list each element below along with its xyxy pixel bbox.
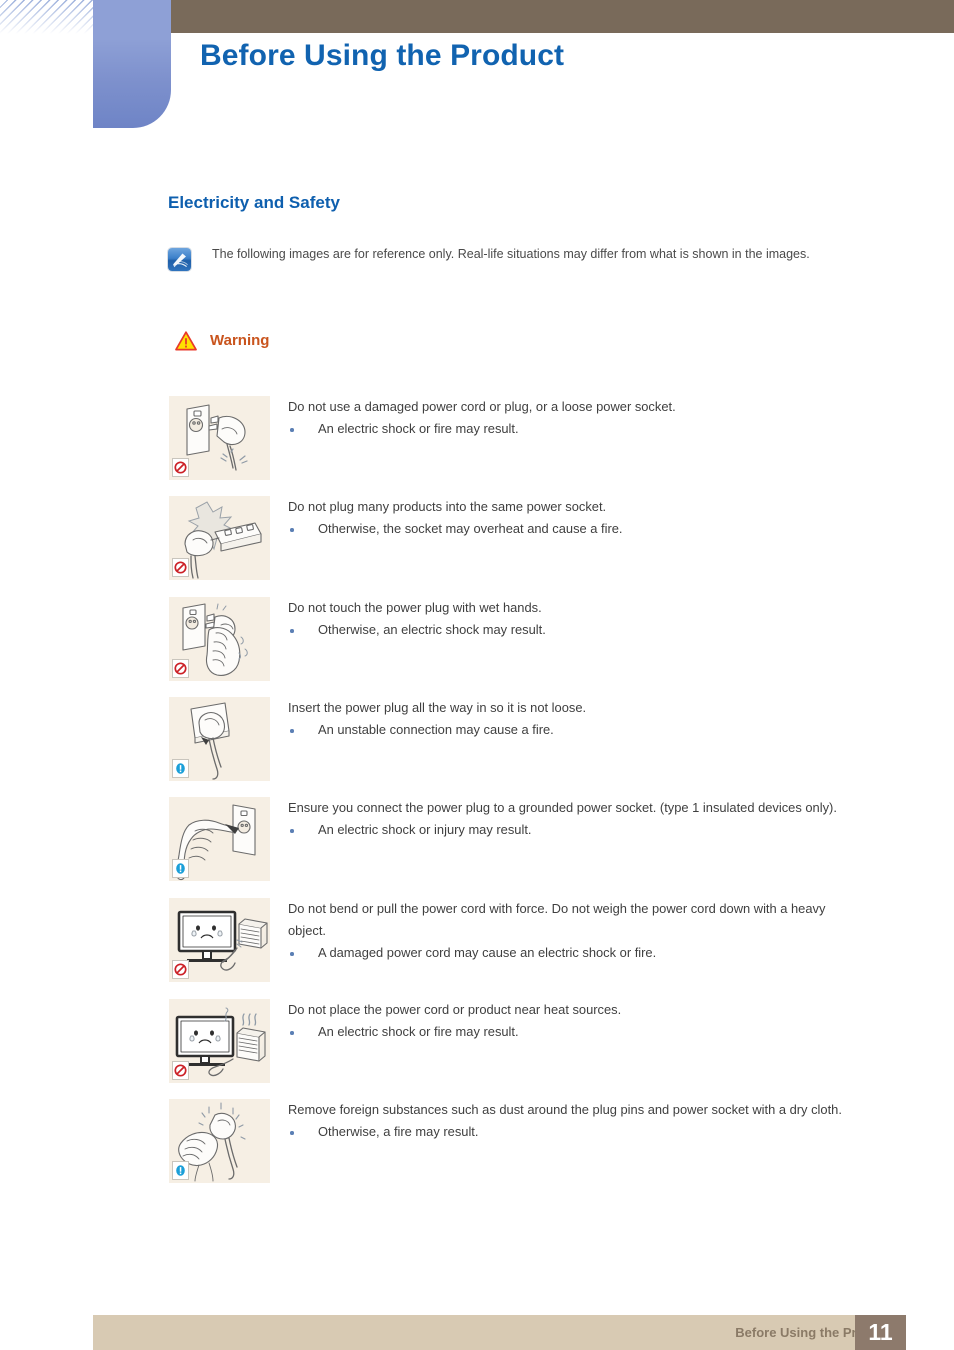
- list-item: An electric shock or injury may result.: [288, 819, 869, 841]
- safety-item: Remove foreign substances such as dust a…: [169, 1099, 869, 1183]
- item-bullet-list: An unstable connection may cause a fire.: [288, 719, 869, 741]
- prohibition-icon: [172, 659, 189, 678]
- mandatory-icon: [172, 859, 189, 878]
- item-bullet-list: Otherwise, a fire may result.: [288, 1121, 869, 1143]
- item-lead-text: Do not plug many products into the same …: [288, 499, 607, 514]
- cleaning-plug-pins-illustration: [169, 1099, 270, 1183]
- header-bar: [170, 0, 954, 33]
- item-bullet-list: Otherwise, an electric shock may result.: [288, 619, 869, 641]
- item-bullet-list: Otherwise, the socket may overheat and c…: [288, 518, 869, 540]
- header-hatch-decoration: [0, 0, 93, 34]
- list-item: Otherwise, an electric shock may result.: [288, 619, 869, 641]
- plug-fully-inserted-illustration: [169, 697, 270, 781]
- page-title: Before Using the Product: [200, 39, 565, 72]
- header-chapter-tab: [93, 0, 171, 128]
- prohibition-icon: [172, 960, 189, 979]
- note-block: The following images are for reference o…: [168, 243, 868, 271]
- warning-label: Warning: [210, 332, 270, 349]
- monitor-near-heater-illustration: [169, 999, 270, 1083]
- item-bullet-list: An electric shock or fire may result.: [288, 418, 869, 440]
- item-bullet-list: An electric shock or fire may result.: [288, 1021, 869, 1043]
- list-item: An unstable connection may cause a fire.: [288, 719, 869, 741]
- mandatory-icon: [172, 759, 189, 778]
- safety-item: Ensure you connect the power plug to a g…: [169, 797, 869, 881]
- item-bullet-list: A damaged power cord may cause an electr…: [288, 942, 869, 964]
- prohibition-icon: [172, 558, 189, 577]
- item-lead-text: Do not touch the power plug with wet han…: [288, 600, 542, 615]
- damaged-plug-and-socket-illustration: [169, 396, 270, 480]
- prohibition-icon: [172, 458, 189, 477]
- safety-item: Insert the power plug all the way in so …: [169, 697, 869, 781]
- section-title: Electricity and Safety: [168, 193, 340, 212]
- footer-bar: Before Using the Product: [93, 1315, 906, 1350]
- list-item: Otherwise, a fire may result.: [288, 1121, 869, 1143]
- list-item: An electric shock or fire may result.: [288, 1021, 869, 1043]
- item-lead-text: Do not bend or pull the power cord with …: [288, 901, 826, 938]
- item-lead-text: Insert the power plug all the way in so …: [288, 700, 587, 715]
- list-item: An electric shock or fire may result.: [288, 418, 869, 440]
- safety-item: Do not use a damaged power cord or plug,…: [169, 396, 869, 480]
- safety-item: Do not bend or pull the power cord with …: [169, 898, 869, 982]
- safety-item: Do not touch the power plug with wet han…: [169, 597, 869, 681]
- item-lead-text: Do not place the power cord or product n…: [288, 1002, 622, 1017]
- note-text: The following images are for reference o…: [212, 247, 810, 261]
- warning-triangle-icon: [175, 331, 197, 351]
- list-item: A damaged power cord may cause an electr…: [288, 942, 869, 964]
- item-lead-text: Do not use a damaged power cord or plug,…: [288, 399, 676, 414]
- safety-item: Do not place the power cord or product n…: [169, 999, 869, 1083]
- page-number: 11: [868, 1319, 893, 1345]
- prohibition-icon: [172, 1061, 189, 1080]
- item-lead-text: Remove foreign substances such as dust a…: [288, 1102, 842, 1117]
- page-number-block: 11: [855, 1315, 906, 1350]
- note-pen-icon: [168, 248, 191, 271]
- item-lead-text: Ensure you connect the power plug to a g…: [288, 800, 837, 815]
- mandatory-icon: [172, 1161, 189, 1180]
- list-item: Otherwise, the socket may overheat and c…: [288, 518, 869, 540]
- safety-item: Do not plug many products into the same …: [169, 496, 869, 580]
- grounded-socket-connection-illustration: [169, 797, 270, 881]
- item-bullet-list: An electric shock or injury may result.: [288, 819, 869, 841]
- monitor-with-weighted-cord-illustration: [169, 898, 270, 982]
- wet-hand-touching-plug-illustration: [169, 597, 270, 681]
- overloaded-power-strip-illustration: [169, 496, 270, 580]
